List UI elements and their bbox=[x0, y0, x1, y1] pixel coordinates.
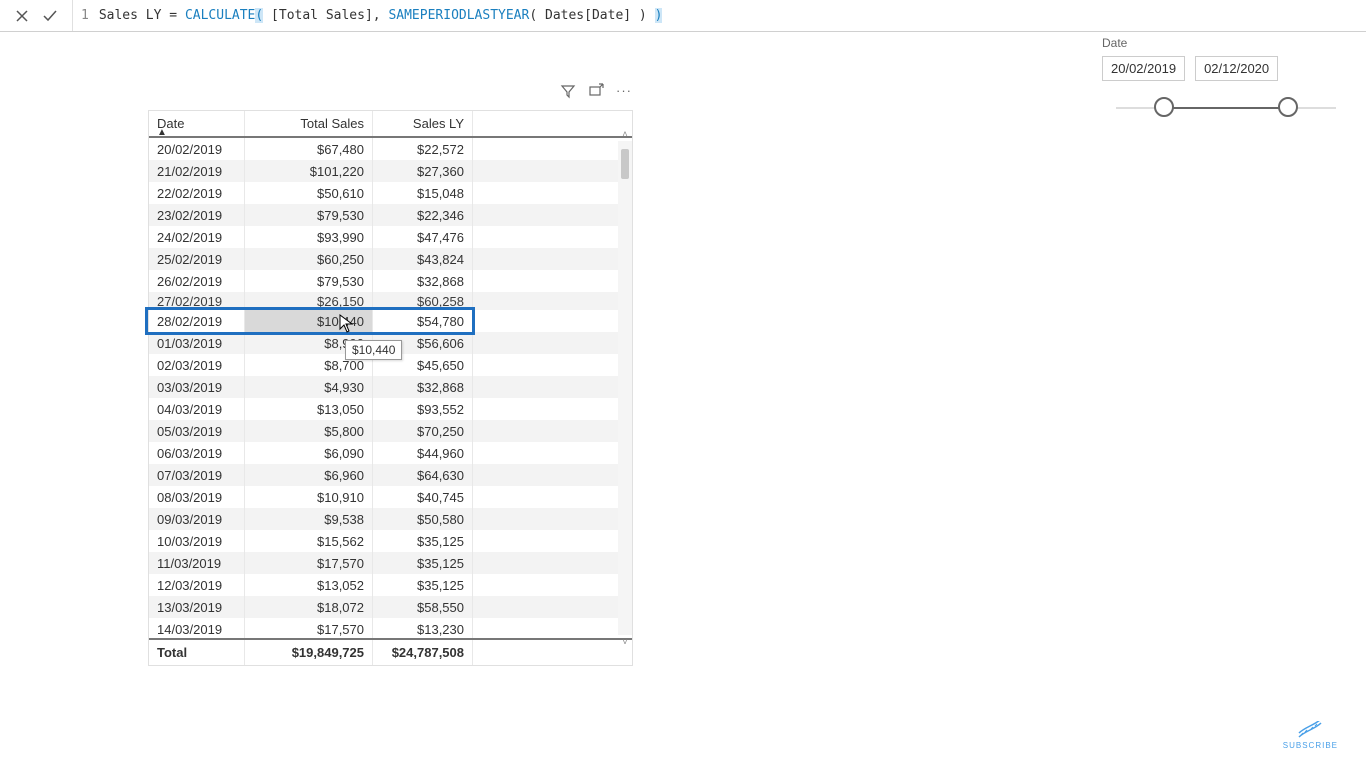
slicer-from-input[interactable]: 20/02/2019 bbox=[1102, 56, 1185, 81]
paren-open-hl: ( bbox=[255, 8, 263, 23]
formula-input[interactable]: 1 Sales LY = CALCULATE ( [Total Sales], … bbox=[72, 0, 1366, 31]
focus-mode-icon[interactable] bbox=[588, 83, 604, 102]
cell-total-sales: $26,150 bbox=[245, 292, 373, 310]
dax-fn-calculate: CALCULATE bbox=[185, 8, 255, 23]
table-row[interactable]: 03/03/2019$4,930$32,868 bbox=[149, 376, 632, 398]
check-icon bbox=[42, 8, 58, 24]
paren-close-hl: ) bbox=[655, 8, 663, 23]
table-row[interactable]: 21/02/2019$101,220$27,360 bbox=[149, 160, 632, 182]
table-row[interactable]: 27/02/2019$26,150$60,258 bbox=[149, 292, 632, 310]
slicer-slider[interactable] bbox=[1096, 93, 1356, 123]
table-row[interactable]: 09/03/2019$9,538$50,580 bbox=[149, 508, 632, 530]
table-row[interactable]: 05/03/2019$5,800$70,250 bbox=[149, 420, 632, 442]
cell-total-sales: $79,530 bbox=[245, 269, 373, 294]
table-row[interactable]: 24/02/2019$93,990$47,476 bbox=[149, 226, 632, 248]
table-row[interactable]: 07/03/2019$6,960$64,630 bbox=[149, 464, 632, 486]
table-visual[interactable]: ··· Date ▲ Total Sales Sales LY 20/02/20… bbox=[148, 110, 633, 666]
close-icon bbox=[14, 8, 30, 24]
col-header-sales-ly[interactable]: Sales LY bbox=[373, 111, 473, 136]
cell-sales-ly: $60,258 bbox=[373, 292, 473, 310]
total-label: Total bbox=[149, 640, 245, 665]
table-row[interactable]: 26/02/2019$79,530$32,868 bbox=[149, 270, 632, 292]
table-row[interactable]: 04/03/2019$13,050$93,552 bbox=[149, 398, 632, 420]
dax-fn-sameperiodlastyear: SAMEPERIODLASTYEAR bbox=[388, 8, 529, 23]
table-row[interactable]: 08/03/2019$10,910$40,745 bbox=[149, 486, 632, 508]
table-row[interactable]: 13/03/2019$18,072$58,550 bbox=[149, 596, 632, 618]
slider-handle-right[interactable] bbox=[1278, 97, 1298, 117]
table-row[interactable]: 06/03/2019$6,090$44,960 bbox=[149, 442, 632, 464]
col-header-date[interactable]: Date ▲ bbox=[149, 111, 245, 136]
table-header-row: Date ▲ Total Sales Sales LY bbox=[149, 111, 632, 138]
table-body[interactable]: 20/02/2019$67,480$22,57221/02/2019$101,2… bbox=[149, 138, 632, 638]
total-sales-ly: $24,787,508 bbox=[373, 640, 473, 665]
dna-icon bbox=[1297, 721, 1323, 739]
cell-date: 26/02/2019 bbox=[149, 269, 245, 294]
table-row[interactable]: 20/02/2019$67,480$22,572 bbox=[149, 138, 632, 160]
table-row[interactable]: 14/03/2019$17,570$13,230 bbox=[149, 618, 632, 638]
slicer-to-input[interactable]: 02/12/2020 bbox=[1195, 56, 1278, 81]
filter-icon[interactable] bbox=[560, 83, 576, 102]
table-row[interactable]: 22/02/2019$50,610$15,048 bbox=[149, 182, 632, 204]
table-row[interactable]: 23/02/2019$79,530$22,346 bbox=[149, 204, 632, 226]
table-total-row: Total $19,849,725 $24,787,508 bbox=[149, 638, 632, 665]
formula-bar: 1 Sales LY = CALCULATE ( [Total Sales], … bbox=[0, 0, 1366, 32]
table-row[interactable]: 28/02/2019$10,440$54,780 bbox=[149, 310, 632, 332]
slicer-title: Date bbox=[1096, 36, 1356, 50]
sort-asc-icon: ▲ bbox=[157, 127, 167, 138]
total-sales: $19,849,725 bbox=[245, 640, 373, 665]
scroll-up-icon[interactable]: ˄ bbox=[618, 127, 632, 141]
cell-date: 14/03/2019 bbox=[149, 617, 245, 639]
subscribe-badge: SUBSCRIBE bbox=[1283, 721, 1338, 750]
cell-total-sales: $17,570 bbox=[245, 617, 373, 639]
table-row[interactable]: 10/03/2019$15,562$35,125 bbox=[149, 530, 632, 552]
slider-handle-left[interactable] bbox=[1154, 97, 1174, 117]
more-options-icon[interactable]: ··· bbox=[616, 83, 632, 102]
scroll-thumb[interactable] bbox=[621, 149, 629, 179]
cell-tooltip: $10,440 bbox=[345, 340, 402, 360]
table-row[interactable]: 11/03/2019$17,570$35,125 bbox=[149, 552, 632, 574]
table-row[interactable]: 25/02/2019$60,250$43,824 bbox=[149, 248, 632, 270]
cell-sales-ly: $13,230 bbox=[373, 617, 473, 639]
measure-name: Sales LY bbox=[99, 8, 162, 23]
col-header-total-sales[interactable]: Total Sales bbox=[245, 111, 373, 136]
table-row[interactable]: 12/03/2019$13,052$35,125 bbox=[149, 574, 632, 596]
commit-button[interactable] bbox=[36, 2, 64, 30]
scroll-down-icon[interactable]: ˅ bbox=[618, 635, 632, 649]
cell-sales-ly: $32,868 bbox=[373, 269, 473, 294]
line-number: 1 bbox=[81, 8, 89, 23]
date-slicer: Date 20/02/2019 02/12/2020 bbox=[1096, 36, 1356, 123]
cell-date: 27/02/2019 bbox=[149, 292, 245, 310]
cancel-button[interactable] bbox=[8, 2, 36, 30]
vertical-scrollbar[interactable]: ˄ ˅ bbox=[618, 141, 632, 635]
